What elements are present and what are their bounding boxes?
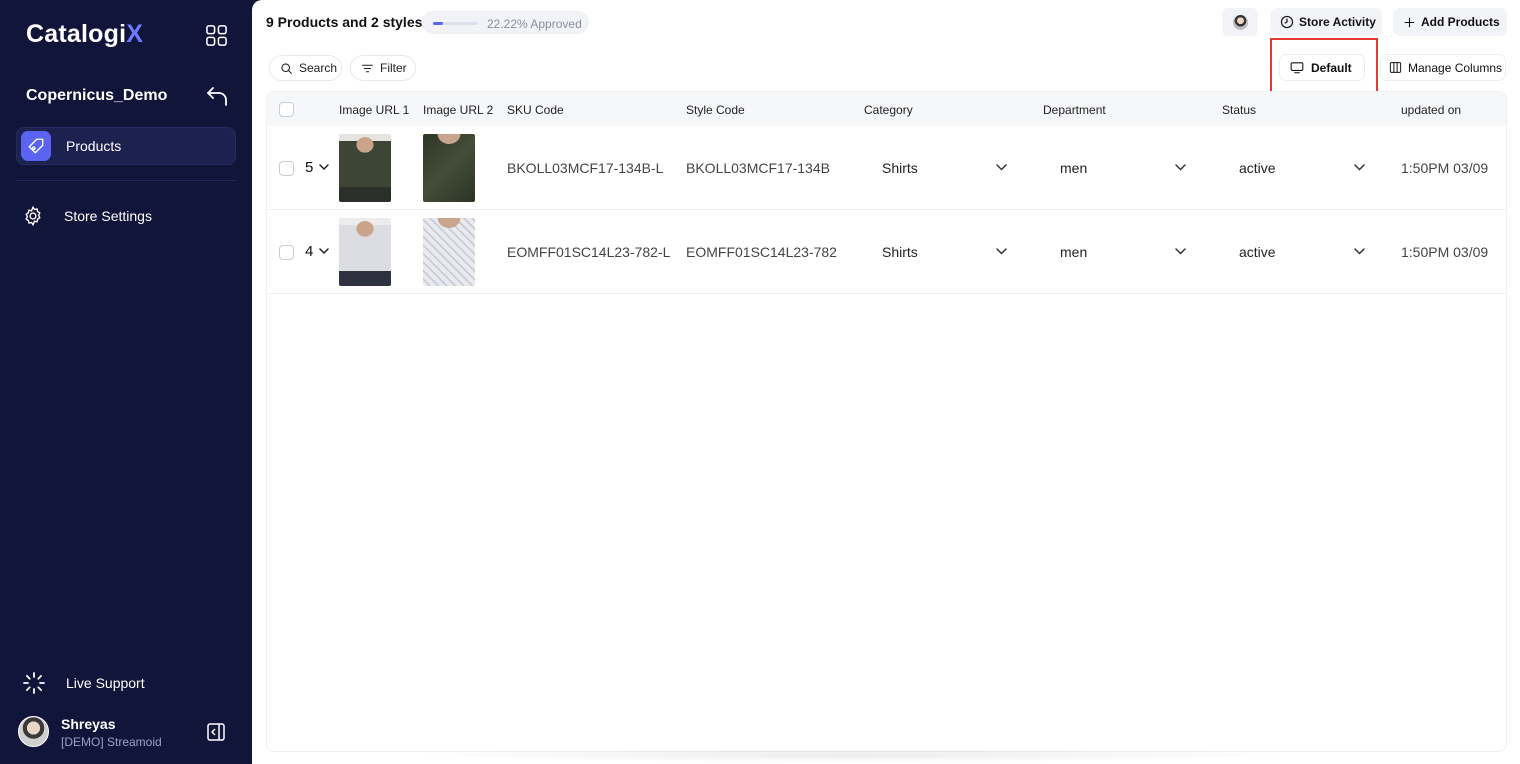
sidebar-item-label: Store Settings [64,208,152,224]
tag-icon [21,131,51,161]
logo-text: Catalogi [26,20,127,48]
status-select[interactable]: active [1239,160,1276,176]
products-table: Image URL 1 Image URL 2 SKU Code Style C… [266,91,1507,752]
default-view-button[interactable]: Default [1279,54,1365,81]
department-select[interactable]: men [1060,160,1087,176]
filter-button[interactable]: Filter [350,55,416,81]
live-support-button[interactable]: Live Support [22,670,145,696]
user-name: Shreyas [61,716,116,732]
store-activity-button[interactable]: Store Activity [1270,8,1382,36]
columns-icon [1389,62,1402,73]
status-select[interactable]: active [1239,244,1276,260]
product-image-2[interactable] [423,134,475,202]
column-header-category[interactable]: Category [864,103,913,117]
style-variant-count: 5 [305,159,314,176]
add-products-label: Add Products [1421,15,1500,29]
row-checkbox[interactable] [279,245,294,260]
back-arrow-icon[interactable] [205,85,229,107]
sidebar-item-products[interactable]: Products [16,127,236,165]
search-button[interactable]: Search [269,55,342,81]
scroll-shadow [402,748,1302,762]
user-profile[interactable]: Shreyas [DEMO] Streamoid [18,715,238,751]
style-variant-count: 4 [305,243,314,260]
chevron-down-icon[interactable] [1175,164,1186,171]
row-checkbox[interactable] [279,161,294,176]
header-avatar[interactable] [1222,8,1258,36]
sidebar-item-label: Products [66,138,122,154]
app-logo[interactable]: CatalogiX [26,20,143,49]
progress-track [433,22,478,25]
column-header-department[interactable]: Department [1043,103,1106,117]
main-panel: 9 Products and 2 styles 22.22% Approved … [252,0,1520,764]
style-code: BKOLL03MCF17-134B [686,160,830,176]
workspace-name: Copernicus_Demo [26,87,168,104]
table-header: Image URL 1 Image URL 2 SKU Code Style C… [267,92,1506,126]
approval-progress: 22.22% Approved [422,11,589,34]
product-image-1[interactable] [339,134,391,202]
style-code: EOMFF01SC14L23-782 [686,244,837,260]
collapse-sidebar-icon[interactable] [206,722,226,742]
store-activity-label: Store Activity [1299,15,1376,29]
chevron-down-icon[interactable] [1354,248,1365,255]
avatar [1232,14,1248,30]
category-select[interactable]: Shirts [882,244,918,260]
search-icon [281,62,292,74]
user-org: [DEMO] Streamoid [61,735,162,749]
chevron-down-icon[interactable] [319,247,329,255]
column-header-style-code[interactable]: Style Code [686,103,745,117]
sidebar-item-store-settings[interactable]: Store Settings [22,203,152,229]
chevron-down-icon[interactable] [1354,164,1365,171]
chevron-down-icon[interactable] [1175,248,1186,255]
manage-columns-label: Manage Columns [1408,60,1503,75]
column-header-image-url-1[interactable]: Image URL 1 [339,103,409,117]
filter-label: Filter [380,61,407,75]
add-products-button[interactable]: Add Products [1393,8,1507,36]
sku-code: EOMFF01SC14L23-782-L [507,244,671,260]
product-image-1[interactable] [339,218,391,286]
default-view-label: Default [1311,60,1352,75]
product-image-2[interactable] [423,218,475,286]
column-header-updated-on[interactable]: updated on [1401,103,1461,117]
column-header-sku-code[interactable]: SKU Code [507,103,564,117]
chevron-down-icon[interactable] [996,164,1007,171]
table-row[interactable]: 4 EOMFF01SC14L23-782-L EOMFF01SC14L23-78… [267,210,1506,294]
chevron-down-icon[interactable] [996,248,1007,255]
column-header-image-url-2[interactable]: Image URL 2 [423,103,493,117]
logo-accent: X [126,20,144,48]
sidebar: CatalogiX Copernicus_Demo Products Store… [0,0,251,764]
app-window: CatalogiX Copernicus_Demo Products Store… [0,0,1520,764]
page-title: 9 Products and 2 styles [266,14,423,30]
monitor-icon [1290,62,1304,74]
updated-on: 1:50PM 03/09 [1401,160,1489,176]
chevron-down-icon[interactable] [319,163,329,171]
avatar [18,716,49,747]
apps-grid-icon[interactable] [205,24,228,47]
plus-icon [1404,17,1415,27]
column-header-status[interactable]: Status [1222,103,1256,117]
category-select[interactable]: Shirts [882,160,918,176]
manage-columns-button[interactable]: Manage Columns [1380,54,1506,81]
department-select[interactable]: men [1060,244,1087,260]
gear-icon [25,205,41,227]
progress-text: 22.22% Approved [487,17,582,31]
clock-icon [1280,15,1294,29]
progress-fill [433,22,443,25]
updated-on: 1:50PM 03/09 [1401,244,1489,260]
live-support-label: Live Support [66,675,145,691]
select-all-checkbox[interactable] [279,102,294,117]
filter-icon [362,64,373,72]
sidebar-divider [16,180,236,181]
search-label: Search [299,61,338,75]
loading-spinner-icon [23,672,45,694]
table-row[interactable]: 5 BKOLL03MCF17-134B-L BKOLL03MCF17-134B … [267,126,1506,210]
sku-code: BKOLL03MCF17-134B-L [507,160,664,176]
